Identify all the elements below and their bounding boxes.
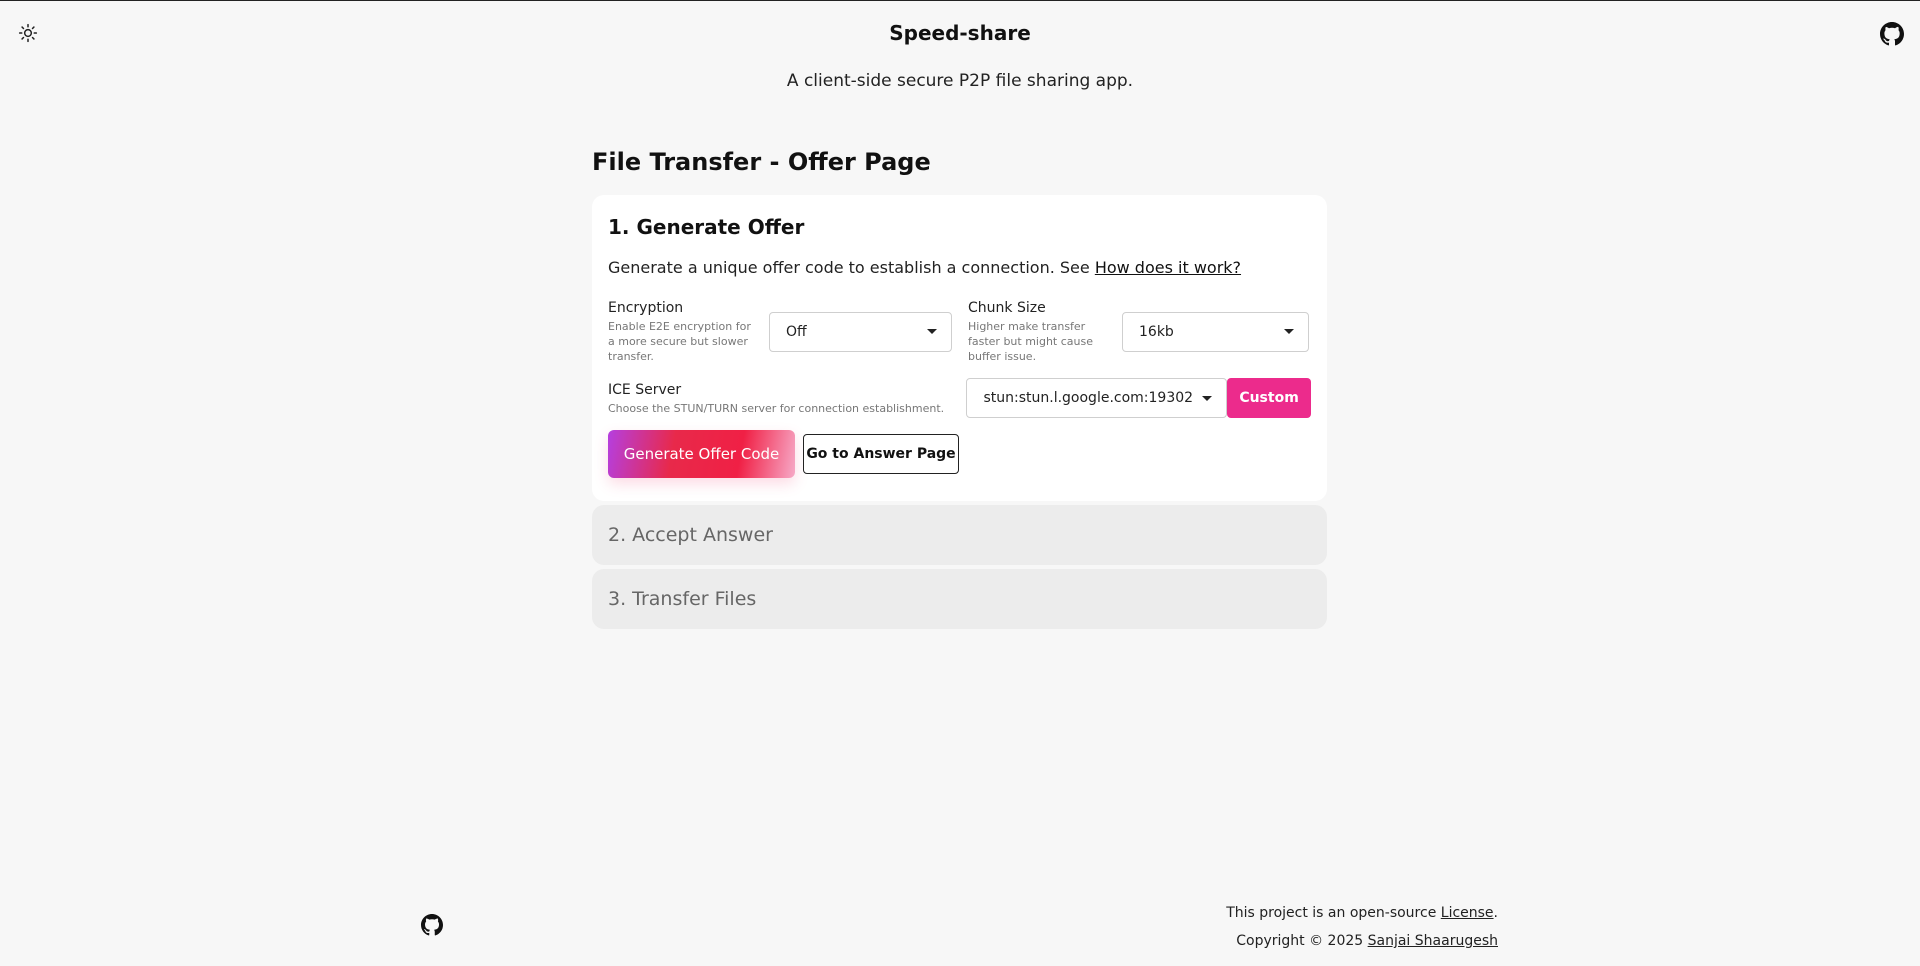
license-text: This project is an open-source [1226,905,1441,921]
chevron-down-icon [1202,395,1213,401]
chunk-size-label: Chunk Size [968,300,1046,316]
ice-server-value: stun:stun.l.google.com:19302 [983,390,1194,406]
encryption-value: Off [786,323,807,340]
page-title: File Transfer - Offer Page [592,148,931,176]
ice-server-setting: ICE Server Choose the STUN/TURN server f… [608,378,1311,418]
license-line: This project is an open-source License. [1226,899,1498,927]
author-link[interactable]: Sanjai Shaarugesh [1368,933,1498,949]
ice-server-select[interactable]: stun:stun.l.google.com:19302 [966,378,1228,418]
license-period: . [1493,905,1498,921]
github-icon [421,914,443,936]
app-title: Speed-share [889,21,1031,45]
go-to-answer-page-button[interactable]: Go to Answer Page [803,434,959,474]
copyright-text: Copyright © 2025 [1236,933,1368,949]
chunk-size-value: 16kb [1139,323,1174,340]
encryption-hint: Enable E2E encryption for a more secure … [608,320,751,363]
action-row: Generate Offer Code Go to Answer Page [608,430,1311,478]
app-subtitle: A client-side secure P2P file sharing ap… [786,71,1134,91]
github-icon [1880,22,1904,46]
chevron-down-icon [927,329,937,334]
generate-offer-code-button[interactable]: Generate Offer Code [608,430,795,478]
step1-description-text: Generate a unique offer code to establis… [608,258,1095,277]
license-link[interactable]: License [1441,905,1494,921]
footer-text: This project is an open-source License. … [1226,899,1498,955]
chunk-size-select[interactable]: 16kb [1122,311,1309,352]
encryption-setting: Encryption Enable E2E encryption for a m… [608,299,952,364]
settings-row: Encryption Enable E2E encryption for a m… [608,299,1311,364]
accept-answer-section[interactable]: 2. Accept Answer [592,505,1327,565]
generate-offer-card: 1. Generate Offer Generate a unique offe… [592,195,1327,501]
github-link[interactable] [1880,22,1904,46]
step1-description: Generate a unique offer code to establis… [608,257,1311,279]
chevron-down-icon [1284,329,1294,334]
encryption-select[interactable]: Off [769,311,952,352]
footer-github-link[interactable] [421,914,443,936]
main-content: File Transfer - Offer Page 1. Generate O… [592,145,1327,629]
encryption-label: Encryption [608,300,684,316]
how-does-it-work-link[interactable]: How does it work? [1095,258,1241,277]
custom-ice-button[interactable]: Custom [1227,378,1311,418]
step1-title: 1. Generate Offer [608,215,805,239]
copyright-line: Copyright © 2025 Sanjai Shaarugesh [1226,927,1498,955]
chunk-size-hint: Higher make transfer faster but might ca… [968,320,1094,363]
chunk-size-setting: Chunk Size Higher make transfer faster b… [968,299,1309,364]
ice-server-label: ICE Server [608,381,682,398]
ice-server-hint: Choose the STUN/TURN server for connecti… [608,401,945,415]
transfer-files-section[interactable]: 3. Transfer Files [592,569,1327,629]
